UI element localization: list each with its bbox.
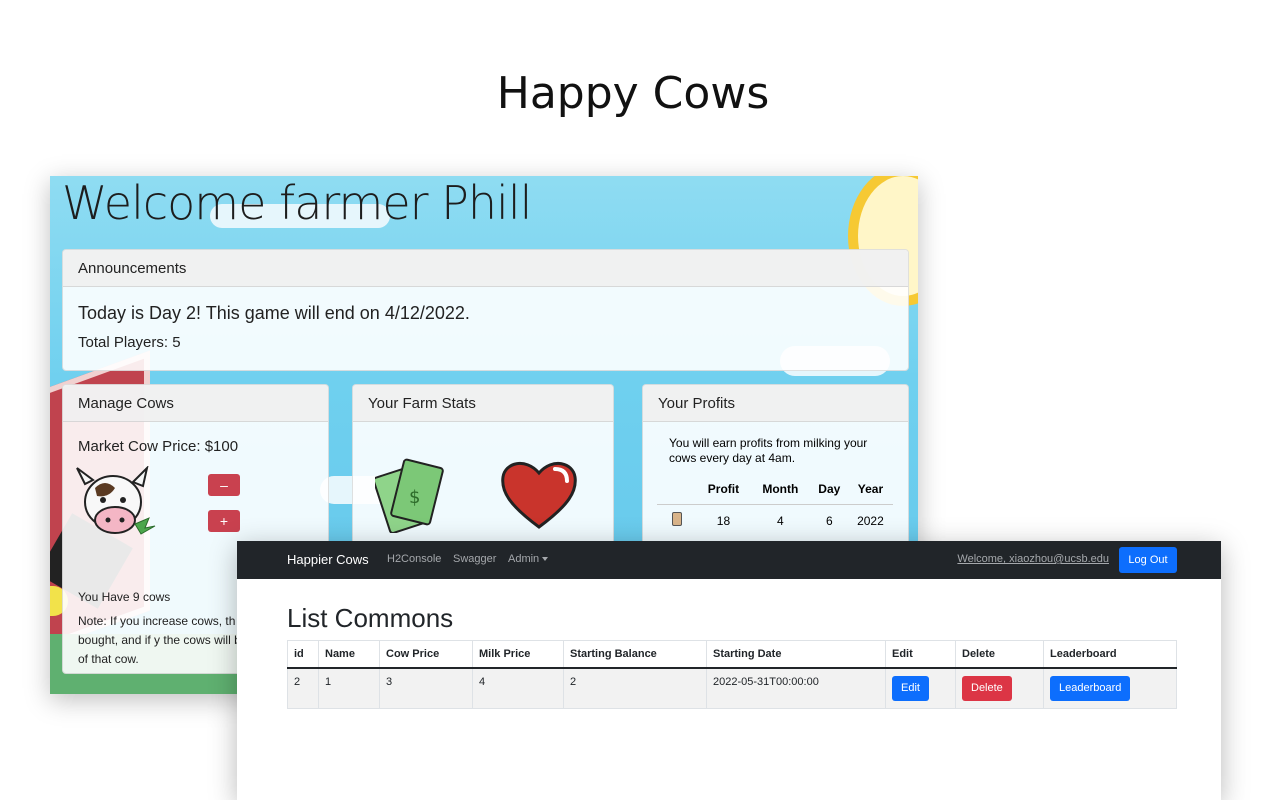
name-cell: 1 (318, 667, 380, 709)
increase-cows-button[interactable]: + (208, 510, 240, 532)
month-cell: 4 (776, 513, 784, 528)
cow-price-cell: 3 (379, 667, 473, 709)
day-text: Today is Day 2! This game will end on 4/… (78, 303, 470, 323)
commons-table: id Name Cow Price Milk Price Starting Ba… (287, 640, 1177, 709)
announcements-card: Announcements Today is Day 2! This game … (62, 249, 909, 371)
column-header: id (287, 640, 319, 669)
starting-date-cell: 2022-05-31T00:00:00 (706, 667, 886, 709)
milk-bottle-icon (672, 512, 682, 526)
profits-header: Your Profits (643, 385, 908, 422)
day-cell: 6 (825, 513, 833, 528)
id-cell: 2 (287, 667, 319, 709)
column-header: Starting Balance (563, 640, 707, 669)
column-header: Leaderboard (1043, 640, 1177, 669)
profits-table: Profit Month Day Year 18 4 6 2022 (657, 474, 893, 536)
edit-cell: Edit (885, 667, 956, 709)
decrease-cows-button[interactable]: – (208, 474, 240, 496)
column-header: Year (847, 474, 893, 505)
market-price: Market Cow Price: $100 (78, 438, 239, 455)
delete-button[interactable]: Delete (962, 676, 1012, 701)
profits-card: Your Profits You will earn profits from … (642, 384, 909, 564)
profit-cell: 18 (716, 513, 731, 528)
table-row: 18 4 6 2022 (657, 505, 893, 537)
welcome-heading: Welcome farmer Phill (62, 176, 532, 230)
nav-dropdown-admin[interactable]: Admin (508, 553, 549, 565)
column-header: Cow Price (379, 640, 473, 669)
nav-link-label: Admin (508, 553, 540, 565)
table-row: 2 1 3 4 2 2022-05-31T00:00:00 Edit Delet… (287, 667, 1177, 709)
farm-stats-card: Your Farm Stats $ (352, 384, 614, 564)
column-header: Delete (955, 640, 1044, 669)
starting-balance-cell: 2 (563, 667, 707, 709)
column-header: Starting Date (706, 640, 886, 669)
year-cell: 2022 (857, 513, 884, 528)
money-icon: $ (375, 458, 444, 533)
edit-button[interactable]: Edit (892, 676, 929, 701)
farm-stats-header: Your Farm Stats (353, 385, 613, 422)
column-header: Milk Price (472, 640, 564, 669)
profits-description: You will earn profits from milking your … (669, 436, 868, 465)
welcome-user-link[interactable]: Welcome, xiaozhou@ucsb.edu (957, 553, 1109, 565)
list-commons-title: List Commons (287, 603, 454, 633)
leaderboard-cell: Leaderboard (1043, 667, 1177, 709)
column-header: Edit (885, 640, 956, 669)
leaderboard-button[interactable]: Leaderboard (1050, 676, 1131, 701)
delete-cell: Delete (955, 667, 1044, 709)
column-header: Profit (697, 474, 750, 505)
column-header: Day (810, 474, 848, 505)
milk-price-cell: 4 (472, 667, 564, 709)
cow-icon (76, 466, 156, 535)
manage-cows-header: Manage Cows (63, 385, 328, 422)
nav-link-swagger[interactable]: Swagger (453, 553, 496, 565)
admin-screenshot: Happier Cows H2Console Swagger Admin Wel… (237, 541, 1221, 800)
navbar: Happier Cows H2Console Swagger Admin Wel… (237, 541, 1221, 579)
announcements-header: Announcements (63, 250, 908, 287)
navbar-brand[interactable]: Happier Cows (287, 552, 369, 567)
cow-count: You Have 9 cows (78, 590, 171, 604)
svg-text:$: $ (409, 487, 420, 508)
heart-icon (501, 462, 577, 529)
nav-link-h2console[interactable]: H2Console (387, 553, 441, 565)
column-header: Name (318, 640, 380, 669)
logout-button[interactable]: Log Out (1119, 547, 1177, 573)
page-title: Happy Cows (496, 68, 770, 119)
caret-down-icon (542, 557, 549, 562)
players-text: Total Players: 5 (78, 334, 181, 351)
column-header: Month (749, 474, 811, 505)
